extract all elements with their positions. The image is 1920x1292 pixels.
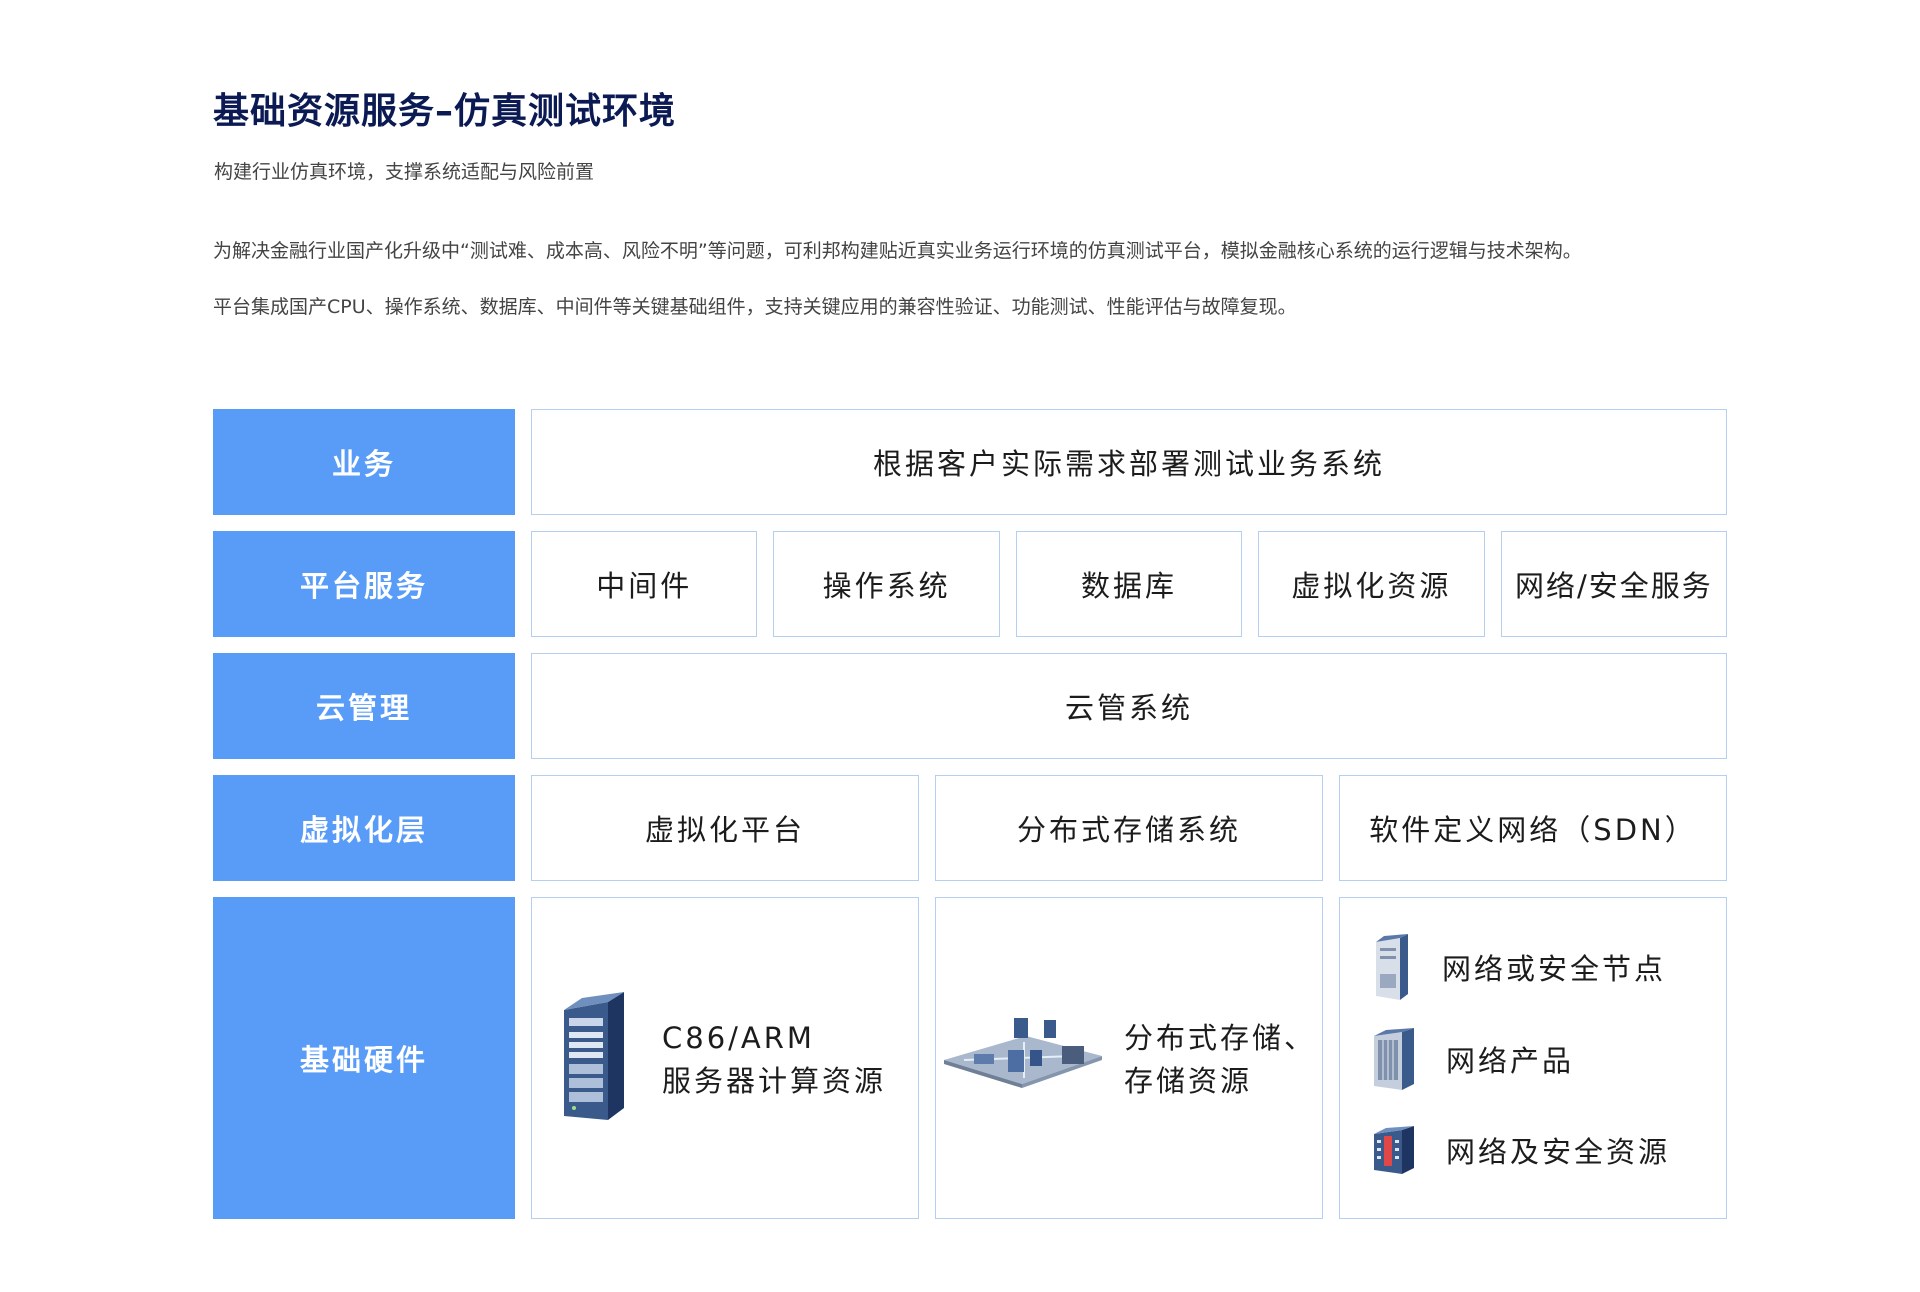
- cell-database: 数据库: [1015, 531, 1243, 637]
- server-tower-icon: [564, 992, 624, 1120]
- layer-hardware: 基础硬件 C86/ARM 服务器计算资源 分布式存储、 存储资源 网络或安全节点…: [213, 897, 1727, 1219]
- cell-cloud-management-system: 云管系统: [531, 653, 1727, 759]
- layer-label-platform-services: 平台服务: [213, 531, 515, 637]
- network-node-label: 网络或安全节点: [1442, 952, 1667, 986]
- distributed-storage-text: 分布式存储、 存储资源: [1124, 1017, 1316, 1103]
- layer-label-virtualization: 虚拟化层: [213, 775, 515, 881]
- server-line-1: C86/ARM: [662, 1021, 815, 1055]
- storage-network-icon: [944, 1018, 1102, 1088]
- network-product-item: 网络产品: [1372, 1028, 1574, 1090]
- layer-cloud-management: 云管理 云管系统: [213, 653, 1727, 759]
- firewall-device-icon: [1374, 1126, 1414, 1174]
- page-subtitle: 构建行业仿真环境，支撑系统适配与风险前置: [214, 161, 595, 183]
- cell-business-system: 根据客户实际需求部署测试业务系统: [531, 409, 1727, 515]
- cell-sdn: 软件定义网络（SDN）: [1339, 775, 1727, 881]
- layer-label-cloud-management: 云管理: [213, 653, 515, 759]
- cell-middleware: 中间件: [531, 531, 758, 637]
- network-security-item: 网络及安全资源: [1372, 1126, 1670, 1174]
- network-security-label: 网络及安全资源: [1446, 1135, 1671, 1169]
- cell-network-security: 网络或安全节点 网络产品 网络及安全资源: [1339, 897, 1727, 1219]
- layer-business: 业务 根据客户实际需求部署测试业务系统: [213, 409, 1727, 515]
- cell-server-compute: C86/ARM 服务器计算资源: [531, 897, 919, 1219]
- intro-paragraph-1: 为解决金融行业国产化升级中“测试难、成本高、风险不明”等问题，可利邦构建贴近真实…: [213, 240, 1582, 262]
- cell-operating-system: 操作系统: [773, 531, 1000, 637]
- storage-line-1: 分布式存储、: [1124, 1021, 1317, 1055]
- layer-label-hardware: 基础硬件: [213, 897, 515, 1219]
- layer-virtualization: 虚拟化层 虚拟化平台 分布式存储系统 软件定义网络（SDN）: [213, 775, 1727, 881]
- network-product-label: 网络产品: [1446, 1044, 1575, 1078]
- cell-virtual-resources: 虚拟化资源: [1258, 531, 1485, 637]
- architecture-diagram: 业务 根据客户实际需求部署测试业务系统 平台服务 中间件 操作系统 数据库 虚拟…: [213, 409, 1728, 1219]
- cell-distributed-storage-system: 分布式存储系统: [935, 775, 1323, 881]
- server-line-2: 服务器计算资源: [662, 1064, 887, 1098]
- network-cabinet-icon: [1374, 1028, 1414, 1090]
- server-compute-text: C86/ARM 服务器计算资源: [662, 1017, 886, 1103]
- cell-distributed-storage: 分布式存储、 存储资源: [935, 897, 1323, 1219]
- server-rack-icon: [1376, 934, 1408, 1000]
- network-node-item: 网络或安全节点: [1372, 934, 1666, 1000]
- layer-label-business: 业务: [213, 409, 515, 515]
- cell-virtualization-platform: 虚拟化平台: [531, 775, 919, 881]
- storage-line-2: 存储资源: [1124, 1064, 1253, 1098]
- layer-platform-services: 平台服务 中间件 操作系统 数据库 虚拟化资源 网络/安全服务: [213, 531, 1728, 637]
- intro-paragraph-2: 平台集成国产CPU、操作系统、数据库、中间件等关键基础组件，支持关键应用的兼容性…: [213, 296, 1297, 318]
- cell-network-security-services: 网络/安全服务: [1500, 531, 1728, 637]
- page-title: 基础资源服务–仿真测试环境: [213, 91, 677, 132]
